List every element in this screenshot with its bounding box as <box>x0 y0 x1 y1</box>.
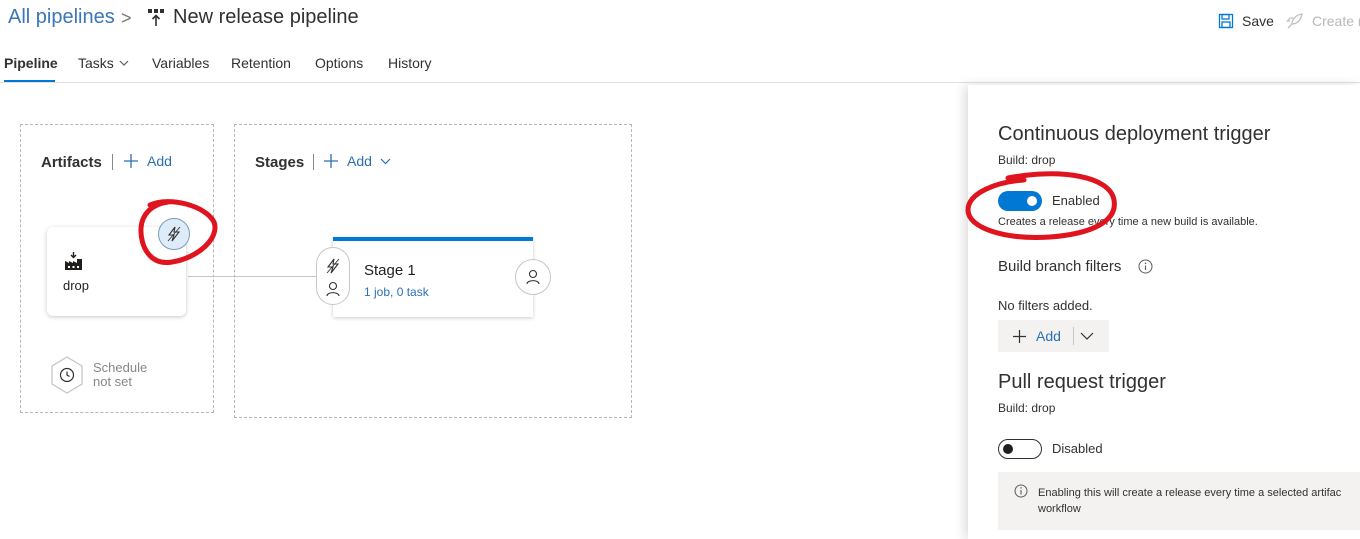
page-title: New release pipeline <box>173 6 359 28</box>
pr-trigger-info-text: Enabling this will create a release ever… <box>1038 485 1341 517</box>
pr-trigger-info-box: Enabling this will create a release ever… <box>998 472 1360 530</box>
branch-filters-title: Build branch filters <box>998 258 1122 275</box>
chevron-down-icon <box>380 158 391 165</box>
chevron-down-icon[interactable] <box>1080 332 1094 340</box>
stages-title: Stages <box>255 154 305 171</box>
create-release-label: Create r <box>1312 13 1360 29</box>
artifacts-title-divider <box>112 154 113 170</box>
tab-history[interactable]: History <box>388 55 432 71</box>
chevron-down-icon <box>119 60 129 66</box>
create-release-button[interactable]: Create r <box>1286 11 1360 31</box>
stage-name: Stage 1 <box>364 262 416 279</box>
rocket-icon <box>1286 12 1304 30</box>
save-label: Save <box>1242 13 1274 29</box>
lightning-icon <box>167 226 181 242</box>
tab-options[interactable]: Options <box>315 55 363 71</box>
cd-trigger-title: Continuous deployment trigger <box>998 123 1271 145</box>
schedule-trigger-button[interactable] <box>50 356 84 394</box>
cd-trigger-description: Creates a release every time a new build… <box>998 216 1258 228</box>
approver-icon <box>326 281 340 297</box>
plus-icon <box>123 153 139 169</box>
tab-variables[interactable]: Variables <box>152 55 209 71</box>
save-icon <box>1218 13 1234 29</box>
artifacts-title: Artifacts <box>41 154 102 171</box>
pr-trigger-state: Disabled <box>1052 441 1103 456</box>
pr-trigger-toggle[interactable] <box>998 439 1042 459</box>
pipeline-icon <box>148 9 164 27</box>
artifact-name: drop <box>63 278 90 293</box>
add-stage-label: Add <box>347 153 372 169</box>
plus-icon <box>1012 329 1027 344</box>
tab-pipeline[interactable]: Pipeline <box>4 55 58 71</box>
branch-filters-empty: No filters added. <box>998 298 1093 313</box>
approver-icon <box>526 269 540 285</box>
schedule-status: Schedule not set <box>93 361 147 389</box>
pr-trigger-source: Build: drop <box>998 401 1056 415</box>
info-icon[interactable] <box>1138 259 1153 274</box>
cd-trigger-state: Enabled <box>1052 193 1100 208</box>
plus-icon <box>323 153 339 169</box>
breadcrumb-separator: > <box>121 8 132 28</box>
continuous-deployment-trigger-button[interactable] <box>158 218 190 250</box>
pre-deployment-conditions-button[interactable] <box>316 247 350 305</box>
tabs-divider <box>0 82 1360 83</box>
schedule-line-1: Schedule <box>93 360 148 375</box>
stages-title-divider <box>313 154 314 170</box>
cd-trigger-toggle[interactable] <box>998 191 1042 211</box>
pr-info-line-1: Enabling this will create a release ever… <box>1038 487 1342 499</box>
tab-tasks[interactable]: Tasks <box>78 55 129 71</box>
lightning-icon <box>326 258 340 274</box>
schedule-line-2: not set <box>93 374 133 389</box>
pr-info-line-2: workflow <box>1038 503 1081 515</box>
build-artifact-icon <box>64 252 83 271</box>
add-branch-filter-button[interactable]: Add <box>998 320 1109 352</box>
stage-card[interactable]: Stage 1 1 job, 0 task <box>333 237 533 317</box>
add-branch-filter-label: Add <box>1036 328 1061 344</box>
tab-retention[interactable]: Retention <box>231 55 291 71</box>
post-deployment-conditions-button[interactable] <box>515 259 551 295</box>
add-artifact-button[interactable]: Add <box>123 153 172 169</box>
tab-tasks-label: Tasks <box>78 55 114 71</box>
cd-trigger-source: Build: drop <box>998 153 1056 167</box>
info-icon <box>1014 484 1028 498</box>
pr-trigger-title: Pull request trigger <box>998 371 1166 393</box>
breadcrumb-all-pipelines[interactable]: All pipelines <box>8 6 115 29</box>
split-divider <box>1072 327 1074 345</box>
stage-jobs-link[interactable]: 1 job, 0 task <box>364 285 429 299</box>
save-button[interactable]: Save <box>1218 11 1274 31</box>
add-stage-button[interactable]: Add <box>323 153 391 169</box>
add-artifact-label: Add <box>147 153 172 169</box>
